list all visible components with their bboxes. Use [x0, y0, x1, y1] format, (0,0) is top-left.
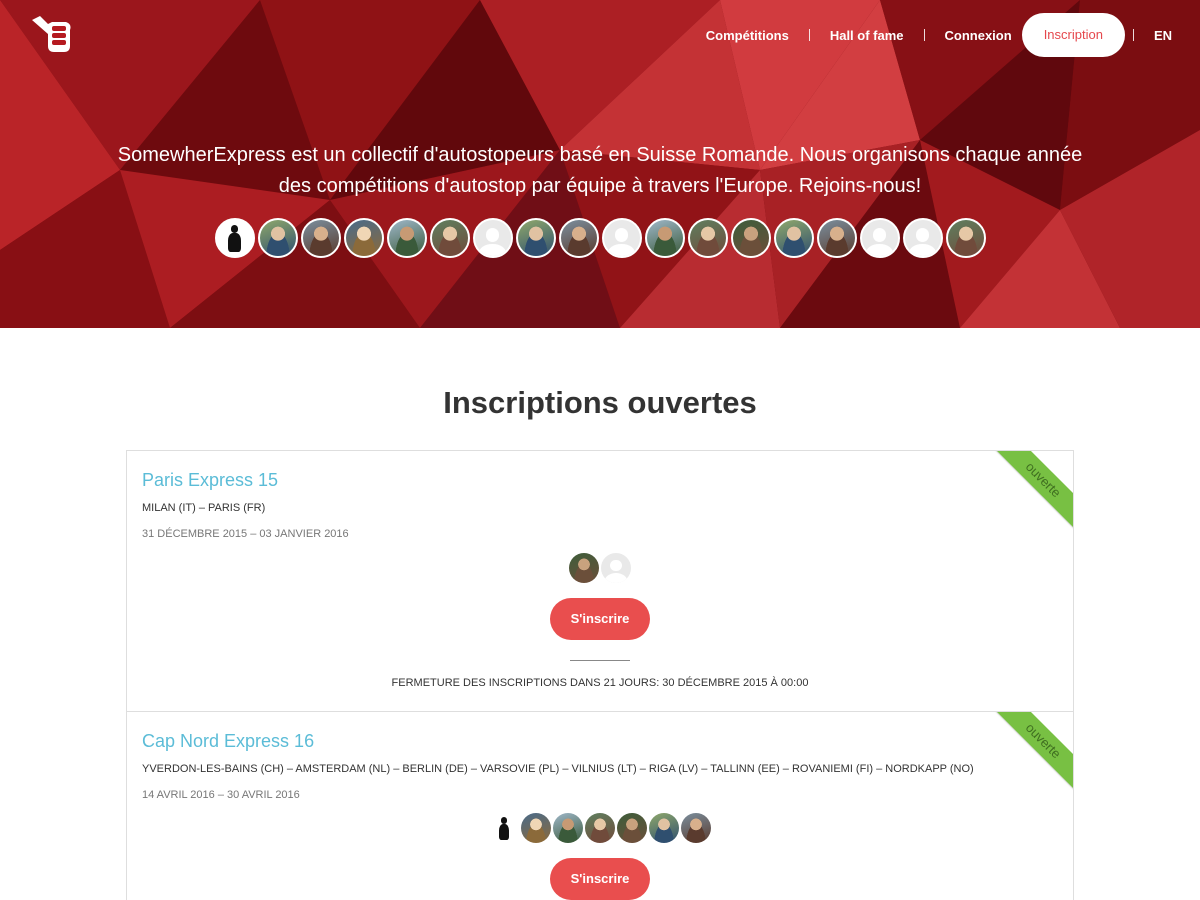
avatar[interactable] [386, 218, 427, 258]
avatar[interactable] [681, 813, 711, 843]
avatar[interactable] [773, 218, 814, 258]
participants-avatar-row [127, 553, 1073, 583]
avatar[interactable] [617, 813, 647, 843]
register-button[interactable]: S'inscrire [550, 598, 650, 640]
competition-title[interactable]: Cap Nord Express 16 [142, 731, 314, 752]
section-title: Inscriptions ouvertes [443, 385, 757, 420]
avatar[interactable] [730, 218, 771, 258]
avatar[interactable] [816, 218, 857, 258]
competition-card: Paris Express 15 MILAN (IT) – PARIS (FR)… [126, 450, 1074, 712]
participants-avatar-row [127, 813, 1073, 843]
avatar[interactable] [687, 218, 728, 258]
hero-banner: Compétitions Hall of fame Connexion Insc… [0, 0, 1200, 328]
avatar[interactable] [300, 218, 341, 258]
competition-route: YVERDON-LES-BAINS (CH) – AMSTERDAM (NL) … [142, 763, 974, 775]
divider [570, 660, 630, 661]
status-ribbon: ouverte [992, 451, 1073, 531]
members-avatar-row [0, 218, 1200, 258]
registration-deadline: FERMETURE DES INSCRIPTIONS DANS 21 JOURS… [391, 677, 809, 689]
competition-dates: 14 AVRIL 2016 – 30 AVRIL 2016 [142, 789, 300, 801]
register-button[interactable]: S'inscrire [550, 858, 650, 900]
main-nav: Compétitions Hall of fame Connexion Insc… [686, 13, 1174, 57]
avatar[interactable] [644, 218, 685, 258]
hero-description: SomewherExpress est un collectif d'autos… [117, 144, 1083, 197]
avatar[interactable] [945, 218, 986, 258]
status-ribbon: ouverte [992, 712, 1073, 792]
avatar[interactable] [429, 218, 470, 258]
avatar[interactable] [214, 218, 255, 258]
default-avatar-icon[interactable] [601, 553, 631, 583]
default-avatar-icon[interactable] [859, 218, 900, 258]
competition-card: Cap Nord Express 16 YVERDON-LES-BAINS (C… [126, 711, 1074, 900]
nav-hall-of-fame[interactable]: Hall of fame [810, 28, 924, 43]
thumb-logo-icon[interactable] [26, 12, 76, 58]
signup-button[interactable]: Inscription [1021, 13, 1125, 57]
default-avatar-icon[interactable] [601, 218, 642, 258]
avatar[interactable] [489, 813, 519, 843]
default-avatar-icon[interactable] [472, 218, 513, 258]
avatar[interactable] [649, 813, 679, 843]
avatar[interactable] [521, 813, 551, 843]
avatar[interactable] [558, 218, 599, 258]
avatar[interactable] [569, 553, 599, 583]
nav-competitions[interactable]: Compétitions [686, 28, 809, 43]
competition-dates: 31 DÉCEMBRE 2015 – 03 JANVIER 2016 [142, 528, 349, 540]
competition-route: MILAN (IT) – PARIS (FR) [142, 502, 266, 514]
nav-login[interactable]: Connexion [925, 28, 1012, 43]
avatar[interactable] [343, 218, 384, 258]
competition-title[interactable]: Paris Express 15 [142, 470, 278, 491]
avatar[interactable] [585, 813, 615, 843]
avatar[interactable] [257, 218, 298, 258]
avatar[interactable] [515, 218, 556, 258]
avatar[interactable] [553, 813, 583, 843]
default-avatar-icon[interactable] [902, 218, 943, 258]
language-switch[interactable]: EN [1134, 28, 1174, 43]
